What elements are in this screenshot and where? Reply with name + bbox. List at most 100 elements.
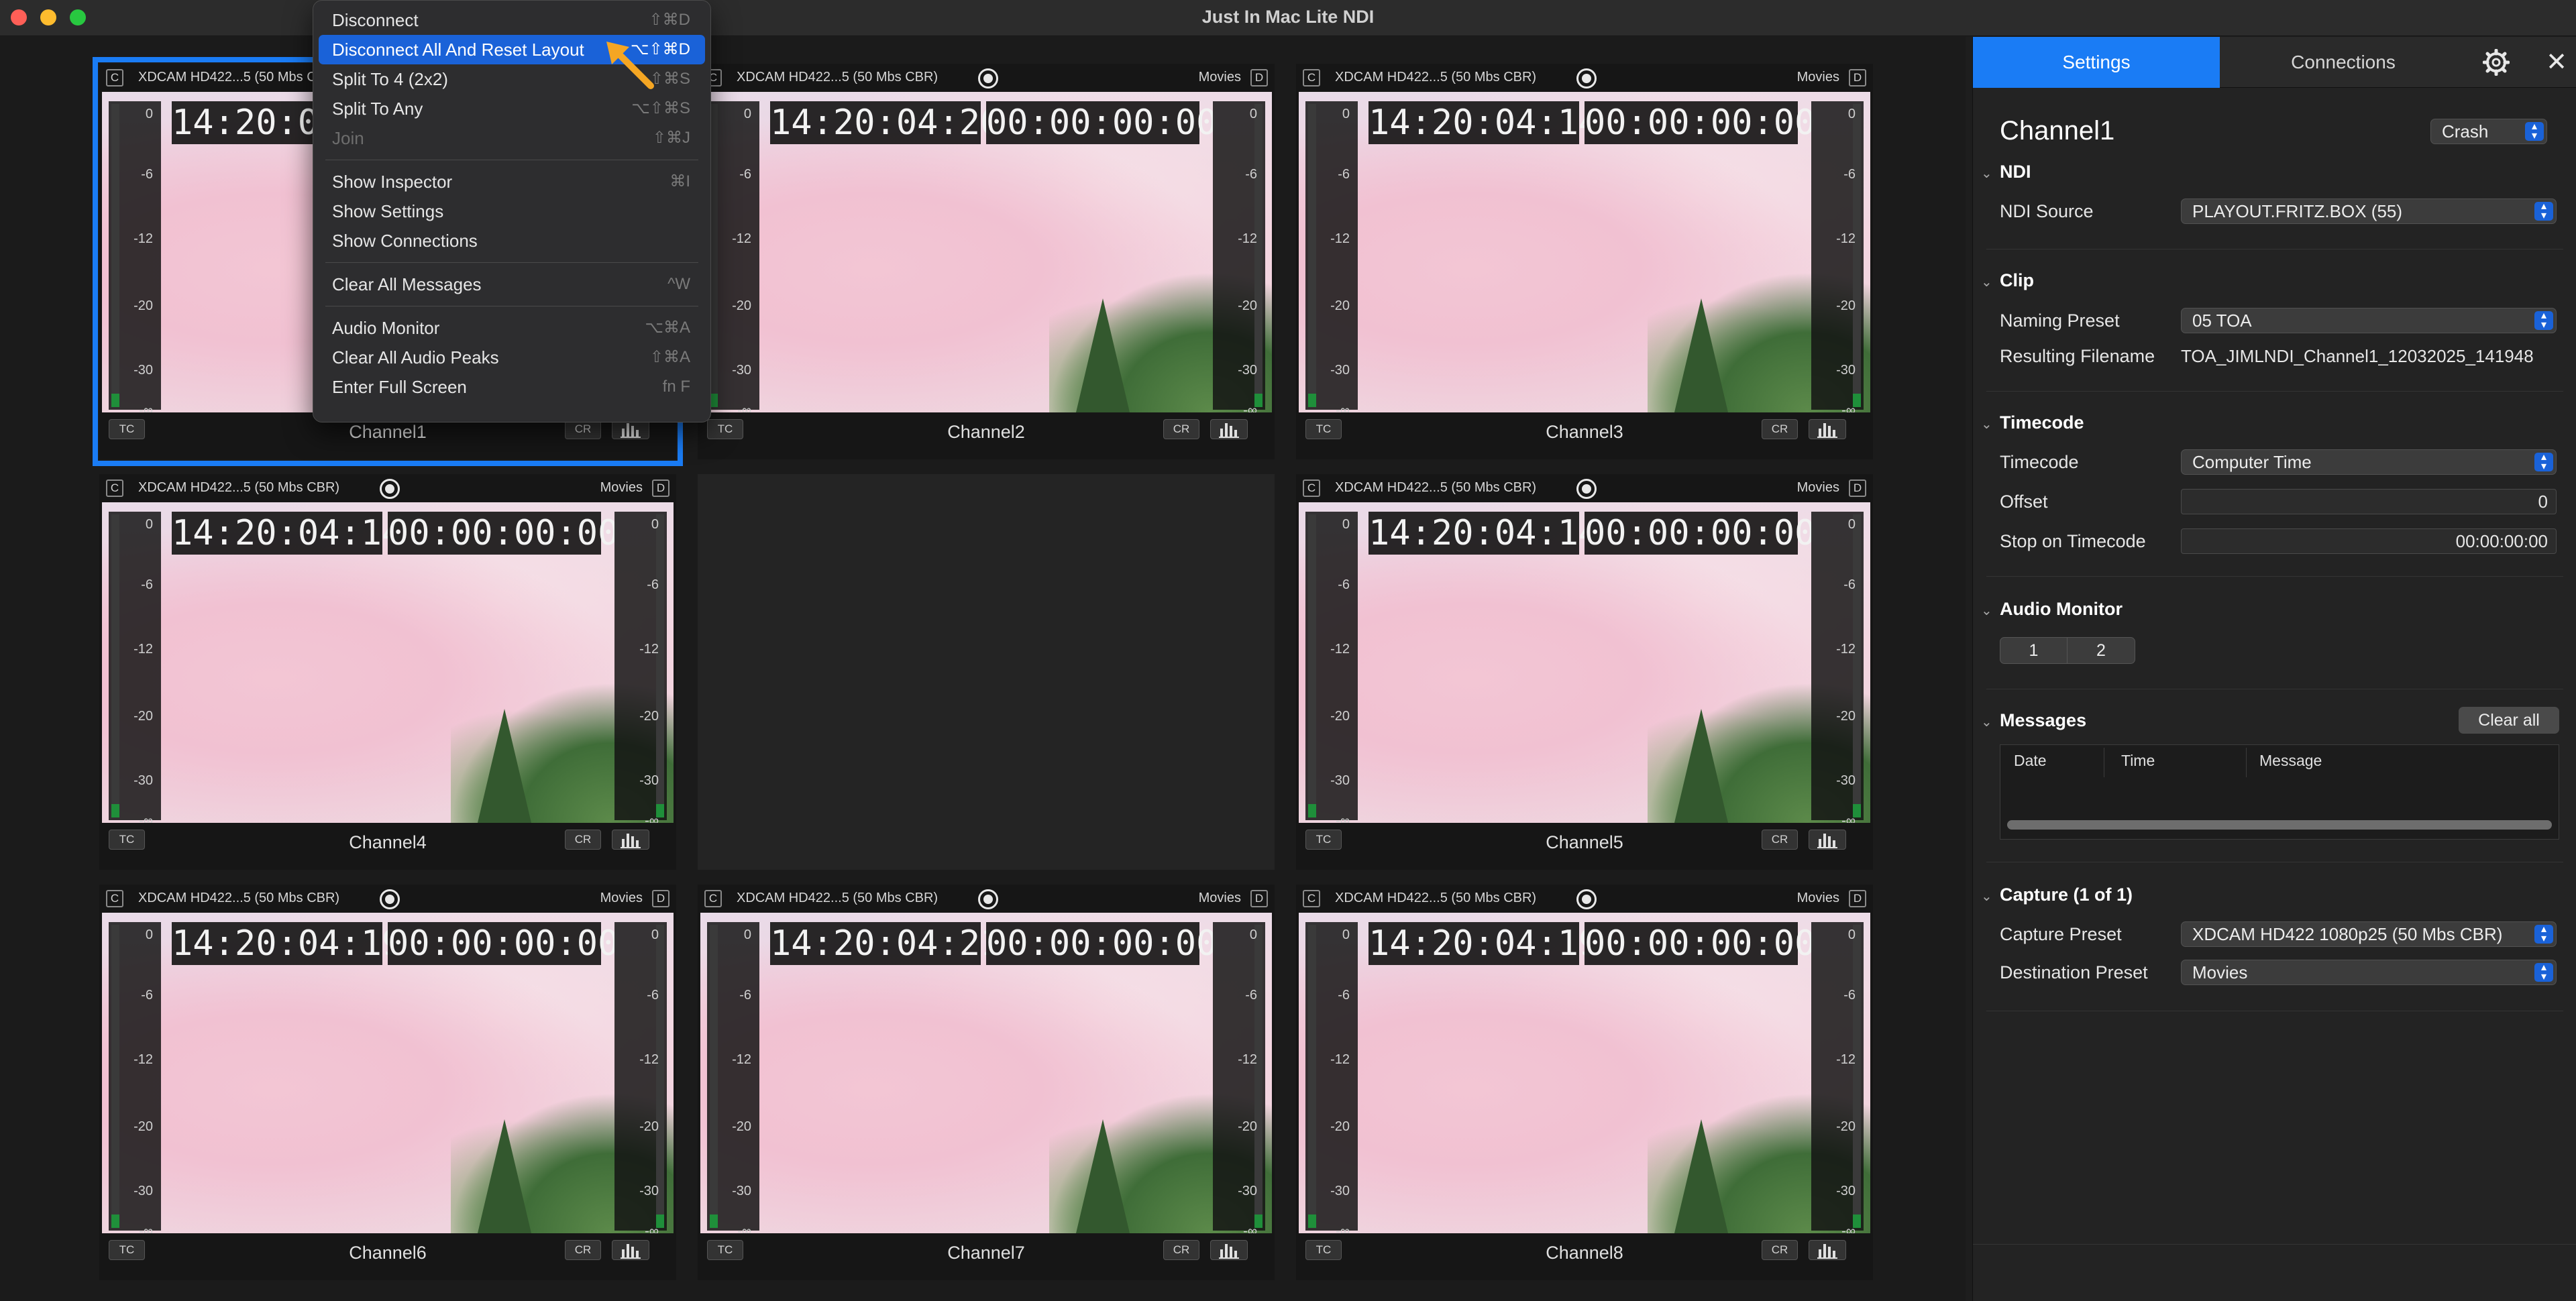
video-preview[interactable]: 14:20:04:14 00:00:00:00 0 -6 -12 -20 -30 -∞ 0 -… bbox=[102, 502, 674, 823]
meter-tick-label: -12 bbox=[133, 1052, 153, 1067]
cr-button[interactable]: CR bbox=[565, 1240, 601, 1260]
menu-item-show-connections[interactable]: Show Connections bbox=[313, 226, 710, 256]
channel-tile[interactable]: C XDCAM HD422...5 (50 Mbs CBR) Movies D … bbox=[99, 885, 676, 1280]
section-audio-monitor[interactable]: ⌄ Audio Monitor bbox=[1981, 599, 2123, 620]
tab-connections[interactable]: Connections bbox=[2220, 37, 2467, 88]
capture-preset-popup[interactable]: XDCAM HD422 1080p25 (50 Mbs CBR) ▴ ▾ bbox=[2181, 921, 2557, 947]
channel-c-badge[interactable]: C bbox=[106, 69, 123, 87]
destination-preset-popup[interactable]: Movies ▴ ▾ bbox=[2181, 960, 2557, 985]
channel-tile[interactable]: C XDCAM HD422...5 (50 Mbs CBR) Movies D … bbox=[698, 64, 1275, 459]
audio-bars-button[interactable] bbox=[1809, 830, 1846, 850]
audio-level-meter-left: 0 -6 -12 -20 -30 -∞ bbox=[707, 922, 759, 1233]
section-clip[interactable]: ⌄ Clip bbox=[1981, 270, 2034, 291]
channel-c-badge[interactable]: C bbox=[704, 890, 722, 907]
close-inspector-icon[interactable]: ✕ bbox=[2543, 49, 2570, 76]
channel-d-badge[interactable]: D bbox=[652, 890, 669, 907]
channel-tile[interactable]: C XDCAM HD422...5 (50 Mbs CBR) Movies D … bbox=[99, 474, 676, 870]
cr-button[interactable]: CR bbox=[1762, 419, 1798, 439]
meter-tick-label: 0 bbox=[145, 927, 153, 942]
cr-button[interactable]: CR bbox=[565, 830, 601, 850]
video-preview[interactable]: 14:20:04:14 00:00:00:00 0 -6 -12 -20 -30 -∞ 0 -… bbox=[1299, 92, 1870, 412]
cr-button[interactable]: CR bbox=[1762, 830, 1798, 850]
menu-item-clear-all-audio-peaks[interactable]: Clear All Audio Peaks ⇧⌘A bbox=[313, 343, 710, 372]
current-timecode: 14:20:04:14 bbox=[1368, 512, 1600, 555]
section-messages[interactable]: ⌄ Messages bbox=[1981, 710, 2086, 731]
channel-d-badge[interactable]: D bbox=[1849, 479, 1866, 497]
record-icon[interactable] bbox=[380, 479, 400, 499]
menu-item-show-inspector[interactable]: Show Inspector ⌘I bbox=[313, 167, 710, 196]
meter-tick-label: 0 bbox=[743, 107, 751, 121]
cr-button[interactable]: CR bbox=[1163, 419, 1199, 439]
menu-item-clear-all-messages[interactable]: Clear All Messages ^W bbox=[313, 270, 710, 299]
channel-c-badge[interactable]: C bbox=[106, 479, 123, 497]
record-icon[interactable] bbox=[978, 889, 998, 909]
record-icon[interactable] bbox=[978, 68, 998, 89]
record-icon[interactable] bbox=[380, 889, 400, 909]
channel-c-badge[interactable]: C bbox=[1303, 890, 1320, 907]
gear-icon[interactable] bbox=[2483, 49, 2510, 76]
timecode-popup[interactable]: Computer Time ▴ ▾ bbox=[2181, 449, 2557, 475]
meter-tick-label: -12 bbox=[1836, 1052, 1856, 1067]
audio-bars-button[interactable] bbox=[1210, 1240, 1248, 1260]
tab-settings[interactable]: Settings bbox=[1973, 37, 2220, 88]
cr-button[interactable]: CR bbox=[1762, 1240, 1798, 1260]
channel-tile[interactable]: C XDCAM HD422...5 (50 Mbs CBR) Movies D … bbox=[698, 885, 1275, 1280]
video-preview[interactable]: 14:20:04:21 00:00:00:00 0 -6 -12 -20 -30 -∞ 0 -… bbox=[700, 913, 1272, 1233]
video-preview[interactable]: 14:20:04:19 00:00:00:00 0 -6 -12 -20 -30 -∞ 0 -… bbox=[102, 913, 674, 1233]
channel-c-badge[interactable]: C bbox=[1303, 479, 1320, 497]
channel-tile[interactable]: C XDCAM HD422...5 (50 Mbs CBR) Movies D … bbox=[1296, 474, 1873, 870]
messages-table[interactable]: Date Time Message bbox=[2000, 744, 2559, 840]
offset-field[interactable]: 0 bbox=[2181, 489, 2557, 514]
meter-tick-label: -12 bbox=[1330, 231, 1350, 246]
column-header-message[interactable]: Message bbox=[2259, 752, 2322, 770]
menu-item-enter-full-screen[interactable]: Enter Full Screen fn F bbox=[313, 372, 710, 402]
recording-duration: 00:00:00:00 bbox=[388, 922, 619, 965]
menu-item-show-settings[interactable]: Show Settings bbox=[313, 196, 710, 226]
level-bar bbox=[1853, 514, 1861, 817]
record-icon[interactable] bbox=[1576, 889, 1597, 909]
section-ndi[interactable]: ⌄ NDI bbox=[1981, 162, 2031, 182]
clear-all-messages-button[interactable]: Clear all bbox=[2459, 707, 2559, 734]
menu-item-disconnect[interactable]: Disconnect ⇧⌘D bbox=[313, 5, 710, 35]
audio-bars-button[interactable] bbox=[1809, 419, 1846, 439]
section-capture[interactable]: ⌄ Capture (1 of 1) bbox=[1981, 885, 2133, 905]
channel-tile[interactable]: C XDCAM HD422...5 (50 Mbs CBR) Movies D … bbox=[1296, 64, 1873, 459]
tile-header: C XDCAM HD422...5 (50 Mbs CBR) Movies D bbox=[99, 885, 676, 913]
video-preview[interactable]: 14:20:04:14 00:00:00:00 0 -6 -12 -20 -30 -∞ 0 -… bbox=[1299, 502, 1870, 823]
audio-bars-button[interactable] bbox=[1809, 1240, 1846, 1260]
stop-on-timecode-field[interactable]: 00:00:00:00 bbox=[2181, 528, 2557, 554]
capture-preset-text: XDCAM HD422...5 (50 Mbs CBR) bbox=[138, 480, 340, 495]
channel-d-badge[interactable]: D bbox=[1250, 890, 1268, 907]
meter-tick-label: 0 bbox=[1249, 927, 1257, 942]
audio-channel-1-button[interactable]: 1 bbox=[2000, 638, 2068, 663]
channel-tile[interactable]: C XDCAM HD422...5 (50 Mbs CBR) Movies D … bbox=[1296, 885, 1873, 1280]
section-timecode[interactable]: ⌄ Timecode bbox=[1981, 412, 2084, 433]
ndi-source-popup[interactable]: PLAYOUT.FRITZ.BOX (55) ▴ ▾ bbox=[2181, 199, 2557, 224]
audio-channel-2-button[interactable]: 2 bbox=[2068, 638, 2135, 663]
channel-d-badge[interactable]: D bbox=[1849, 890, 1866, 907]
channel-d-badge[interactable]: D bbox=[1849, 69, 1866, 87]
recording-duration: 00:00:00:00 bbox=[986, 101, 1218, 144]
video-preview[interactable]: 14:20:04:19 00:00:00:00 0 -6 -12 -20 -30 -∞ 0 -… bbox=[1299, 913, 1870, 1233]
menu-item-split-to-any[interactable]: Split To Any ⌥⇧⌘S bbox=[313, 94, 710, 123]
column-header-date[interactable]: Date bbox=[2014, 752, 2047, 770]
record-icon[interactable] bbox=[1576, 68, 1597, 89]
tree-top bbox=[1076, 298, 1130, 412]
naming-preset-popup[interactable]: 05 TOA ▴ ▾ bbox=[2181, 308, 2557, 333]
column-header-time[interactable]: Time bbox=[2121, 752, 2155, 770]
channel-d-badge[interactable]: D bbox=[1250, 69, 1268, 87]
record-icon[interactable] bbox=[1576, 479, 1597, 499]
mode-popup[interactable]: Crash ▴ ▾ bbox=[2430, 119, 2547, 144]
cr-button[interactable]: CR bbox=[1163, 1240, 1199, 1260]
audio-bars-button[interactable] bbox=[612, 1240, 649, 1260]
menu-item-audio-monitor[interactable]: Audio Monitor ⌥⌘A bbox=[313, 313, 710, 343]
audio-bars-button[interactable] bbox=[1210, 419, 1248, 439]
meter-tick-label: -12 bbox=[1238, 231, 1257, 246]
video-preview[interactable]: 14:20:04:20 00:00:00:00 0 -6 -12 -20 -30 -∞ 0 -… bbox=[700, 92, 1272, 412]
channel-c-badge[interactable]: C bbox=[1303, 69, 1320, 87]
channel-d-badge[interactable]: D bbox=[652, 479, 669, 497]
audio-bars-button[interactable] bbox=[612, 830, 649, 850]
channel-c-badge[interactable]: C bbox=[106, 890, 123, 907]
empty-channel-slot[interactable] bbox=[698, 474, 1275, 870]
horizontal-scrollbar[interactable] bbox=[2007, 820, 2552, 830]
